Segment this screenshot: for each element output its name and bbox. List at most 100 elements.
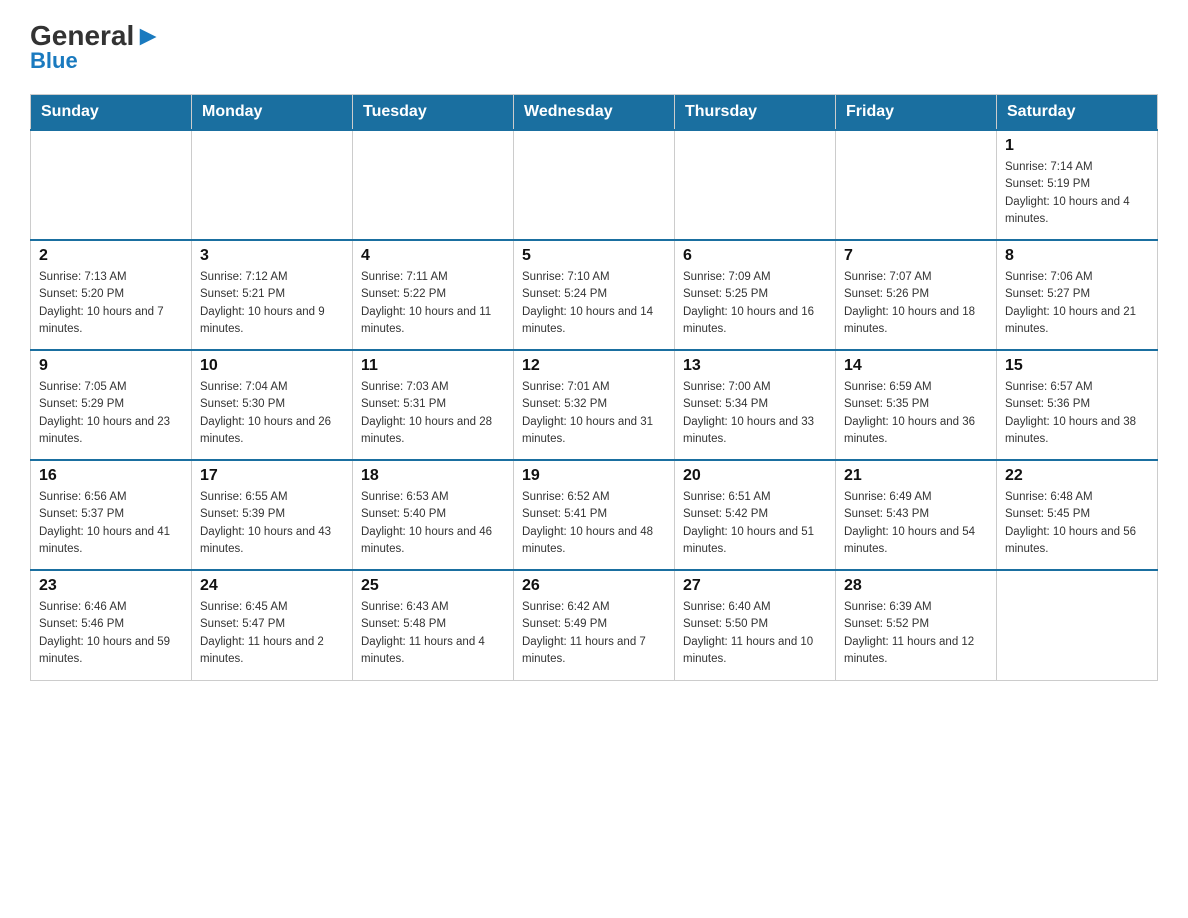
week-row-4: 16 Sunrise: 6:56 AMSunset: 5:37 PMDayligh… [31, 460, 1158, 570]
day-info: Sunrise: 6:48 AMSunset: 5:45 PMDaylight:… [1005, 489, 1149, 558]
day-number: 25 [361, 577, 505, 595]
calendar-table: SundayMondayTuesdayWednesdayThursdayFrid… [30, 94, 1158, 681]
day-info: Sunrise: 6:42 AMSunset: 5:49 PMDaylight:… [522, 599, 666, 668]
day-number: 24 [200, 577, 344, 595]
day-cell-20: 20 Sunrise: 6:51 AMSunset: 5:42 PMDayligh… [675, 460, 836, 570]
day-header-tuesday: Tuesday [353, 95, 514, 131]
calendar-header-row: SundayMondayTuesdayWednesdayThursdayFrid… [31, 95, 1158, 131]
logo-arrow: ► [134, 20, 162, 51]
logo: General► Blue [30, 20, 162, 74]
day-info: Sunrise: 6:45 AMSunset: 5:47 PMDaylight:… [200, 599, 344, 668]
day-info: Sunrise: 6:39 AMSunset: 5:52 PMDaylight:… [844, 599, 988, 668]
day-info: Sunrise: 6:59 AMSunset: 5:35 PMDaylight:… [844, 379, 988, 448]
day-cell-1: 1Sunrise: 7:14 AMSunset: 5:19 PMDaylight… [997, 130, 1158, 240]
day-number: 8 [1005, 247, 1149, 265]
logo-blue-text: Blue [30, 48, 78, 74]
day-header-thursday: Thursday [675, 95, 836, 131]
day-info: Sunrise: 6:56 AMSunset: 5:37 PMDaylight:… [39, 489, 183, 558]
day-cell-17: 17Sunrise: 6:55 AMSunset: 5:39 PMDayligh… [192, 460, 353, 570]
day-info: Sunrise: 7:01 AMSunset: 5:32 PMDaylight:… [522, 379, 666, 448]
empty-cell [31, 130, 192, 240]
day-cell-26: 26 Sunrise: 6:42 AMSunset: 5:49 PMDayligh… [514, 570, 675, 680]
day-cell-8: 8 Sunrise: 7:06 AMSunset: 5:27 PMDaylight… [997, 240, 1158, 350]
day-info: Sunrise: 7:13 AMSunset: 5:20 PMDaylight:… [39, 269, 183, 338]
day-cell-5: 5 Sunrise: 7:10 AMSunset: 5:24 PMDaylight… [514, 240, 675, 350]
empty-cell [353, 130, 514, 240]
day-number: 14 [844, 357, 988, 375]
day-cell-21: 21 Sunrise: 6:49 AMSunset: 5:43 PMDayligh… [836, 460, 997, 570]
day-info: Sunrise: 6:43 AMSunset: 5:48 PMDaylight:… [361, 599, 505, 668]
day-cell-2: 2 Sunrise: 7:13 AMSunset: 5:20 PMDaylight… [31, 240, 192, 350]
day-number: 12 [522, 357, 666, 375]
day-info: Sunrise: 6:52 AMSunset: 5:41 PMDaylight:… [522, 489, 666, 558]
day-cell-10: 10Sunrise: 7:04 AMSunset: 5:30 PMDayligh… [192, 350, 353, 460]
day-number: 4 [361, 247, 505, 265]
day-header-saturday: Saturday [997, 95, 1158, 131]
day-number: 6 [683, 247, 827, 265]
day-number: 19 [522, 467, 666, 485]
day-number: 9 [39, 357, 183, 375]
day-info: Sunrise: 7:06 AMSunset: 5:27 PMDaylight:… [1005, 269, 1149, 338]
day-number: 23 [39, 577, 183, 595]
day-number: 7 [844, 247, 988, 265]
empty-cell [836, 130, 997, 240]
day-number: 28 [844, 577, 988, 595]
day-info: Sunrise: 7:14 AMSunset: 5:19 PMDaylight:… [1005, 159, 1149, 228]
week-row-3: 9 Sunrise: 7:05 AMSunset: 5:29 PMDaylight… [31, 350, 1158, 460]
day-info: Sunrise: 6:57 AMSunset: 5:36 PMDaylight:… [1005, 379, 1149, 448]
day-info: Sunrise: 7:04 AMSunset: 5:30 PMDaylight:… [200, 379, 344, 448]
empty-cell [192, 130, 353, 240]
day-info: Sunrise: 7:05 AMSunset: 5:29 PMDaylight:… [39, 379, 183, 448]
empty-cell [675, 130, 836, 240]
empty-cell [514, 130, 675, 240]
day-info: Sunrise: 7:03 AMSunset: 5:31 PMDaylight:… [361, 379, 505, 448]
day-cell-19: 19 Sunrise: 6:52 AMSunset: 5:41 PMDayligh… [514, 460, 675, 570]
day-cell-12: 12 Sunrise: 7:01 AMSunset: 5:32 PMDayligh… [514, 350, 675, 460]
day-cell-27: 27Sunrise: 6:40 AMSunset: 5:50 PMDayligh… [675, 570, 836, 680]
page-header: General► Blue [30, 20, 1158, 74]
day-info: Sunrise: 7:07 AMSunset: 5:26 PMDaylight:… [844, 269, 988, 338]
day-info: Sunrise: 6:51 AMSunset: 5:42 PMDaylight:… [683, 489, 827, 558]
day-number: 22 [1005, 467, 1149, 485]
day-cell-11: 11 Sunrise: 7:03 AMSunset: 5:31 PMDayligh… [353, 350, 514, 460]
week-row-5: 23 Sunrise: 6:46 AMSunset: 5:46 PMDayligh… [31, 570, 1158, 680]
day-number: 16 [39, 467, 183, 485]
day-header-sunday: Sunday [31, 95, 192, 131]
day-info: Sunrise: 6:53 AMSunset: 5:40 PMDaylight:… [361, 489, 505, 558]
day-cell-3: 3 Sunrise: 7:12 AMSunset: 5:21 PMDaylight… [192, 240, 353, 350]
day-cell-9: 9 Sunrise: 7:05 AMSunset: 5:29 PMDaylight… [31, 350, 192, 460]
day-info: Sunrise: 7:00 AMSunset: 5:34 PMDaylight:… [683, 379, 827, 448]
day-number: 27 [683, 577, 827, 595]
day-info: Sunrise: 7:10 AMSunset: 5:24 PMDaylight:… [522, 269, 666, 338]
day-number: 11 [361, 357, 505, 375]
day-number: 26 [522, 577, 666, 595]
week-row-1: 1Sunrise: 7:14 AMSunset: 5:19 PMDaylight… [31, 130, 1158, 240]
day-number: 3 [200, 247, 344, 265]
day-cell-6: 6 Sunrise: 7:09 AMSunset: 5:25 PMDaylight… [675, 240, 836, 350]
day-cell-23: 23 Sunrise: 6:46 AMSunset: 5:46 PMDayligh… [31, 570, 192, 680]
day-info: Sunrise: 7:12 AMSunset: 5:21 PMDaylight:… [200, 269, 344, 338]
empty-cell [997, 570, 1158, 680]
day-cell-13: 13 Sunrise: 7:00 AMSunset: 5:34 PMDayligh… [675, 350, 836, 460]
day-cell-18: 18 Sunrise: 6:53 AMSunset: 5:40 PMDayligh… [353, 460, 514, 570]
day-cell-4: 4 Sunrise: 7:11 AMSunset: 5:22 PMDaylight… [353, 240, 514, 350]
day-cell-25: 25 Sunrise: 6:43 AMSunset: 5:48 PMDayligh… [353, 570, 514, 680]
day-number: 2 [39, 247, 183, 265]
day-info: Sunrise: 7:11 AMSunset: 5:22 PMDaylight:… [361, 269, 505, 338]
day-cell-28: 28 Sunrise: 6:39 AMSunset: 5:52 PMDayligh… [836, 570, 997, 680]
day-cell-15: 15Sunrise: 6:57 AMSunset: 5:36 PMDayligh… [997, 350, 1158, 460]
day-number: 20 [683, 467, 827, 485]
day-cell-22: 22 Sunrise: 6:48 AMSunset: 5:45 PMDayligh… [997, 460, 1158, 570]
day-header-monday: Monday [192, 95, 353, 131]
day-number: 21 [844, 467, 988, 485]
day-header-friday: Friday [836, 95, 997, 131]
day-info: Sunrise: 6:49 AMSunset: 5:43 PMDaylight:… [844, 489, 988, 558]
day-cell-16: 16 Sunrise: 6:56 AMSunset: 5:37 PMDayligh… [31, 460, 192, 570]
day-number: 5 [522, 247, 666, 265]
day-info: Sunrise: 7:09 AMSunset: 5:25 PMDaylight:… [683, 269, 827, 338]
day-info: Sunrise: 6:46 AMSunset: 5:46 PMDaylight:… [39, 599, 183, 668]
day-number: 13 [683, 357, 827, 375]
day-number: 17 [200, 467, 344, 485]
day-number: 18 [361, 467, 505, 485]
day-cell-7: 7 Sunrise: 7:07 AMSunset: 5:26 PMDaylight… [836, 240, 997, 350]
